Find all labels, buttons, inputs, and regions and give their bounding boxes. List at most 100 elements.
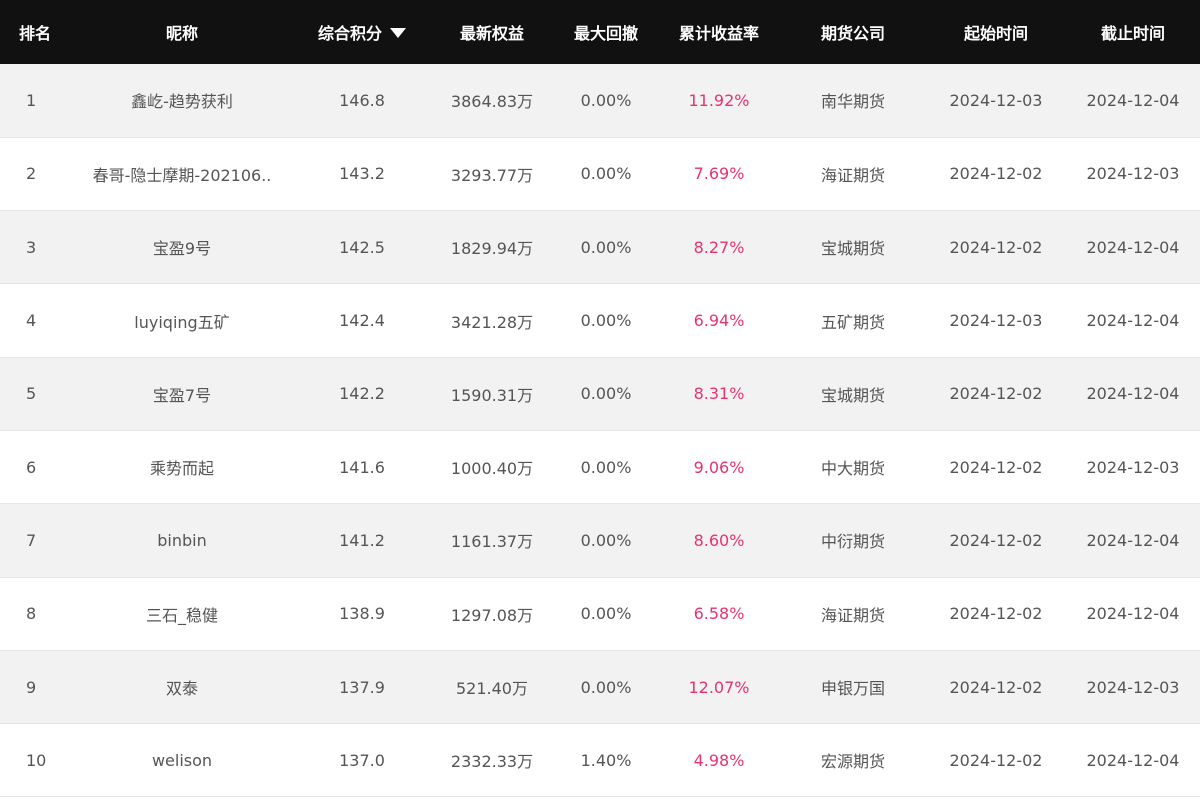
cell-start-time: 2024-12-02 xyxy=(926,503,1066,578)
cell-nickname: welison xyxy=(70,723,294,797)
header-score-sortable[interactable]: 综合积分 xyxy=(294,0,430,64)
cell-end-time: 2024-12-04 xyxy=(1066,577,1200,651)
cell-end-time: 2024-12-04 xyxy=(1066,723,1200,797)
cell-nickname: 乘势而起 xyxy=(70,430,294,505)
table-row[interactable]: 3 宝盈9号 142.5 1829.94万 0.00% 8.27% 宝城期货 2024-12-… xyxy=(0,210,1200,285)
cell-start-time: 2024-12-02 xyxy=(926,650,1066,725)
cell-start-time: 2024-12-02 xyxy=(926,723,1066,797)
cell-yield: 12.07% xyxy=(658,650,780,725)
cell-drawdown: 0.00% xyxy=(554,137,658,212)
cell-end-time: 2024-12-03 xyxy=(1066,650,1200,725)
nickname-text: 宝盈9号 xyxy=(152,239,212,259)
cell-start-time: 2024-12-03 xyxy=(926,283,1066,358)
cell-yield: 6.94% xyxy=(658,283,780,358)
cell-nickname: 宝盈9号 xyxy=(70,210,294,285)
cell-rank: 6 xyxy=(0,430,70,505)
cell-score: 142.5 xyxy=(294,210,430,285)
table-row[interactable]: 2 春哥-隐士摩期-202106.. 143.2 3293.77万 0.00% 7.69%… xyxy=(0,137,1200,212)
cell-rank: 8 xyxy=(0,577,70,651)
cell-nickname: binbin xyxy=(70,503,294,578)
cell-score: 137.0 xyxy=(294,723,430,797)
cell-equity: 1000.40万 xyxy=(430,430,554,505)
header-score-label: 综合积分 xyxy=(317,24,382,43)
ranking-table-container: 排名 昵称 综合积分 最新权益 最大回撤 累计收益率 期货公司 起始时间 截止时… xyxy=(0,0,1200,797)
cell-yield: 4.98% xyxy=(658,723,780,797)
cell-company: 宏源期货 xyxy=(780,723,926,797)
cell-start-time: 2024-12-02 xyxy=(926,430,1066,505)
cell-equity: 1829.94万 xyxy=(430,210,554,285)
cell-equity: 1590.31万 xyxy=(430,357,554,431)
header-company: 期货公司 xyxy=(820,24,885,43)
nickname-text: 双泰 xyxy=(165,679,198,699)
cell-score: 141.2 xyxy=(294,503,430,578)
cell-company: 宝城期货 xyxy=(780,357,926,431)
cell-rank: 10 xyxy=(0,723,70,797)
nickname-text: 宝盈7号 xyxy=(152,385,212,405)
table-row[interactable]: 1 鑫屹-趋势获利 146.8 3864.83万 0.00% 11.92% 南华期货 2024… xyxy=(0,64,1200,138)
cell-nickname: 双泰 xyxy=(70,650,294,725)
ranking-table: 排名 昵称 综合积分 最新权益 最大回撤 累计收益率 期货公司 起始时间 截止时… xyxy=(0,0,1200,797)
table-row[interactable]: 6 乘势而起 141.6 1000.40万 0.00% 9.06% 中大期货 2024-12-… xyxy=(0,430,1200,505)
cell-start-time: 2024-12-02 xyxy=(926,577,1066,651)
cell-end-time: 2024-12-03 xyxy=(1066,430,1200,505)
cell-end-time: 2024-12-04 xyxy=(1066,283,1200,358)
cell-start-time: 2024-12-02 xyxy=(926,210,1066,285)
cell-nickname: 春哥-隐士摩期-202106.. xyxy=(70,137,294,212)
nickname-text: luyiqing五矿 xyxy=(134,312,230,332)
header-equity: 最新权益 xyxy=(459,24,524,43)
header-nickname: 昵称 xyxy=(165,24,198,43)
table-row[interactable]: 4 luyiqing五矿 142.4 3421.28万 0.00% 6.94% 五矿期货 20… xyxy=(0,283,1200,358)
table-row[interactable]: 10 welison 137.0 2332.33万 1.40% 4.98% 宏源期货 2024… xyxy=(0,723,1200,797)
cell-equity: 3293.77万 xyxy=(430,137,554,212)
cell-start-time: 2024-12-02 xyxy=(926,357,1066,431)
caret-down-icon[interactable] xyxy=(390,27,406,38)
cell-start-time: 2024-12-03 xyxy=(926,64,1066,138)
table-row[interactable]: 9 双泰 137.9 521.40万 0.00% 12.07% 申银万国 2024-12-02… xyxy=(0,650,1200,725)
header-rank: 排名 xyxy=(18,24,51,43)
nickname-text: 三石_稳健 xyxy=(145,605,218,625)
header-drawdown: 最大回撤 xyxy=(573,24,638,43)
cell-nickname: 宝盈7号 xyxy=(70,357,294,431)
cell-rank: 9 xyxy=(0,650,70,725)
cell-end-time: 2024-12-04 xyxy=(1066,503,1200,578)
cell-company: 中衍期货 xyxy=(780,503,926,578)
cell-nickname: luyiqing五矿 xyxy=(70,283,294,358)
cell-score: 137.9 xyxy=(294,650,430,725)
cell-score: 142.2 xyxy=(294,357,430,431)
cell-rank: 5 xyxy=(0,357,70,431)
cell-score: 143.2 xyxy=(294,137,430,212)
cell-score: 146.8 xyxy=(294,64,430,138)
cell-company: 申银万国 xyxy=(780,650,926,725)
table-body: 1 鑫屹-趋势获利 146.8 3864.83万 0.00% 11.92% 南华期货 2024… xyxy=(0,64,1200,797)
header-row: 排名 昵称 综合积分 最新权益 最大回撤 累计收益率 期货公司 起始时间 截止时… xyxy=(0,0,1200,64)
cell-equity: 1161.37万 xyxy=(430,503,554,578)
nickname-text: 乘势而起 xyxy=(149,459,214,479)
cell-end-time: 2024-12-03 xyxy=(1066,137,1200,212)
table-row[interactable]: 8 三石_稳健 138.9 1297.08万 0.00% 6.58% 海证期货 2024-12… xyxy=(0,577,1200,651)
cell-company: 中大期货 xyxy=(780,430,926,505)
cell-end-time: 2024-12-04 xyxy=(1066,64,1200,138)
cell-nickname: 三石_稳健 xyxy=(70,577,294,651)
cell-rank: 7 xyxy=(0,503,70,578)
cell-yield: 9.06% xyxy=(658,430,780,505)
header-end-time: 截止时间 xyxy=(1100,24,1165,43)
table-row[interactable]: 7 binbin 141.2 1161.37万 0.00% 8.60% 中衍期货 2024-1… xyxy=(0,503,1200,578)
cell-yield: 8.60% xyxy=(658,503,780,578)
table-row[interactable]: 5 宝盈7号 142.2 1590.31万 0.00% 8.31% 宝城期货 2024-12-… xyxy=(0,357,1200,431)
cell-equity: 2332.33万 xyxy=(430,723,554,797)
cell-yield: 11.92% xyxy=(658,64,780,138)
cell-drawdown: 0.00% xyxy=(554,650,658,725)
cell-start-time: 2024-12-02 xyxy=(926,137,1066,212)
cell-drawdown: 0.00% xyxy=(554,577,658,651)
cell-drawdown: 0.00% xyxy=(554,64,658,138)
cell-rank: 1 xyxy=(0,64,70,138)
cell-drawdown: 0.00% xyxy=(554,210,658,285)
cell-end-time: 2024-12-04 xyxy=(1066,210,1200,285)
cell-rank: 4 xyxy=(0,283,70,358)
cell-nickname: 鑫屹-趋势获利 xyxy=(70,64,294,138)
cell-score: 142.4 xyxy=(294,283,430,358)
cell-yield: 8.31% xyxy=(658,357,780,431)
nickname-text: binbin xyxy=(157,531,207,551)
cell-company: 海证期货 xyxy=(780,137,926,212)
cell-equity: 3421.28万 xyxy=(430,283,554,358)
